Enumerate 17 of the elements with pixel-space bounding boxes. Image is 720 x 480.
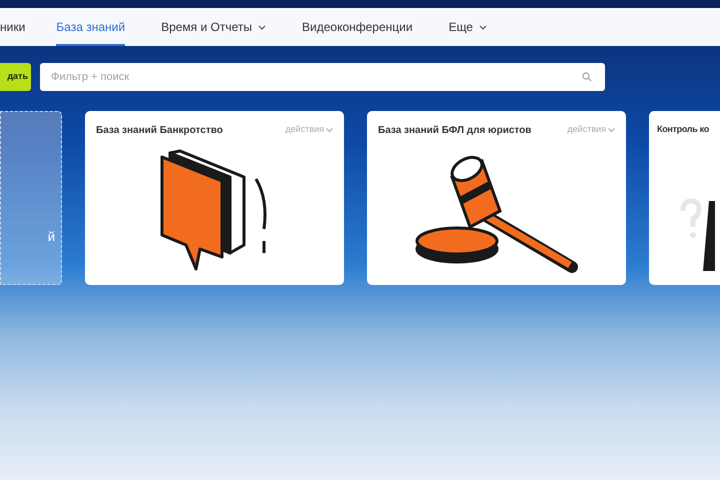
caret-icon bbox=[326, 128, 333, 132]
knowledge-base-card[interactable]: База знаний Банкротство действия bbox=[85, 111, 344, 285]
nav-tab[interactable]: Еще bbox=[448, 8, 487, 46]
knowledge-base-card[interactable]: База знаний БФЛ для юристов действия bbox=[367, 111, 626, 285]
nav-tab[interactable]: Время и Отчеты bbox=[161, 8, 266, 46]
card-title: Контроль ко bbox=[657, 123, 709, 136]
add-card-label: й bbox=[48, 228, 55, 246]
nav-tab[interactable]: Видеоконференции bbox=[302, 8, 413, 46]
nav-tab[interactable]: База знаний bbox=[56, 8, 126, 46]
card-title: База знаний БФЛ для юристов bbox=[378, 124, 532, 138]
caret-icon bbox=[608, 128, 615, 132]
search-icon bbox=[582, 72, 592, 82]
nav-tab[interactable]: ники bbox=[0, 8, 56, 46]
search-field[interactable]: Фильтр + поиск bbox=[40, 63, 605, 91]
card-title: База знаний Банкротство bbox=[96, 124, 223, 138]
create-button[interactable]: дать bbox=[0, 63, 31, 91]
knowledge-base-card[interactable]: Контроль ко bbox=[649, 111, 720, 285]
